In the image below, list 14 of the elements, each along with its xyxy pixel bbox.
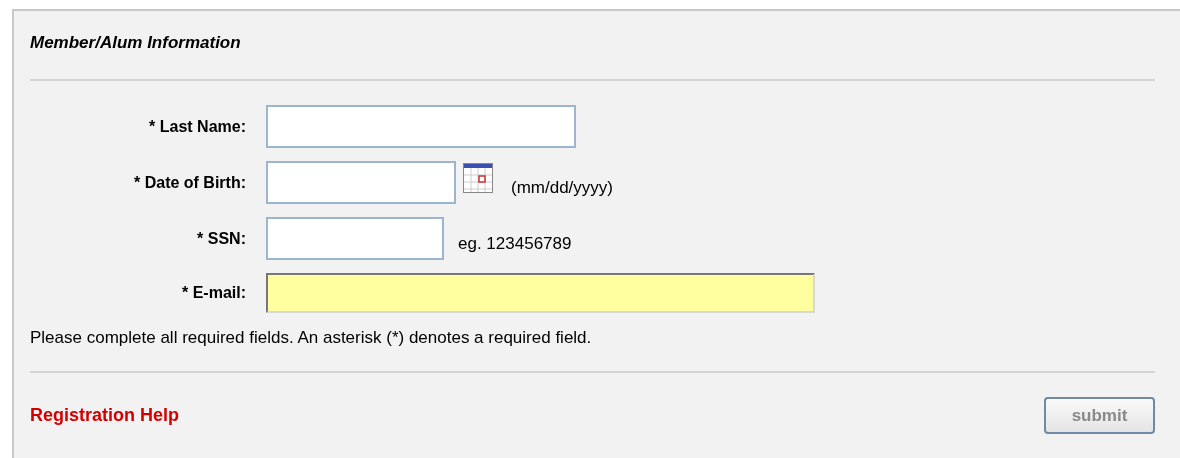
format-hint: eg. 123456789 — [458, 233, 572, 254]
input-field[interactable] — [266, 161, 456, 204]
help-link[interactable]: Registration Help — [30, 405, 180, 426]
calendar-icon[interactable] — [463, 162, 493, 193]
field-label: * Date of Birth: — [133, 173, 246, 192]
input-field[interactable] — [266, 273, 815, 313]
instruction-text: Please complete all required fields. An asterisk (*) denotes a required field. — [30, 328, 593, 348]
field-label: * E-mail: — [181, 284, 246, 302]
field-label: * SSN: — [196, 229, 246, 248]
format-hint: (mm/dd/yyyy) — [511, 177, 613, 198]
panel-title: Member/Alum Information — [30, 32, 242, 54]
input-field[interactable] — [266, 217, 444, 260]
field-label: * Last Name: — [148, 117, 246, 136]
input-field[interactable] — [266, 105, 576, 148]
